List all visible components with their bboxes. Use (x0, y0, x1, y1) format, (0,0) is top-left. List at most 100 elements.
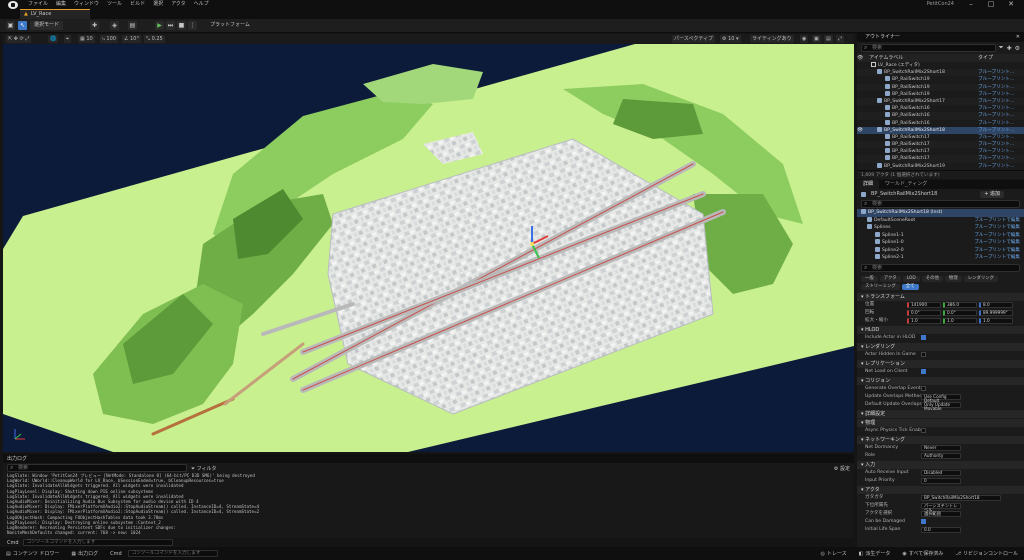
col-type[interactable]: タイプ (978, 54, 1024, 62)
transform-label[interactable]: 拡大・縮小 (865, 317, 907, 325)
cmd-selector[interactable]: Cmd (104, 551, 128, 557)
outliner-search-input[interactable]: 検索 (861, 44, 996, 52)
rotate-snap[interactable]: ∠ 10° (122, 35, 141, 43)
visibility-icon[interactable] (857, 62, 865, 69)
section-header[interactable]: ▾ レンダリング (857, 342, 1024, 351)
play-options-icon[interactable]: ⋮ (188, 21, 197, 30)
components-search-input[interactable]: 検索 (861, 200, 1020, 208)
visibility-icon[interactable] (857, 69, 865, 76)
component-row[interactable]: BP_SwitchRailMix2Short18 (Inst) (857, 209, 1024, 217)
maximize-viewport-icon[interactable]: ⤢ (836, 35, 845, 43)
category-filter[interactable]: LOD (902, 275, 920, 282)
camera-speed[interactable]: ⤷ 100 (100, 35, 118, 43)
section-header[interactable]: ▾ コリジョン (857, 376, 1024, 385)
outliner-row[interactable]: 👁 BP_SwitchRailMix2Short18 ブループリント... (857, 126, 1024, 134)
visibility-icon[interactable] (857, 112, 865, 119)
show-dropdown[interactable]: ◉ (800, 35, 809, 43)
visibility-icon[interactable] (857, 148, 865, 155)
category-filter[interactable]: 一般 (861, 275, 878, 282)
derived-data-button[interactable]: ◧ 派生データ (853, 550, 897, 558)
trace-button[interactable]: ◎ トレース (815, 550, 853, 558)
component-row[interactable]: Spline1-0 ブループリントで編集 (857, 239, 1024, 247)
transform-x-field[interactable]: 1.0 (907, 317, 941, 324)
output-log-button[interactable]: ▦ 出力ログ (65, 550, 104, 558)
property-checkbox[interactable] (921, 519, 926, 524)
visibility-icon[interactable] (857, 134, 865, 141)
visibility-icon[interactable] (857, 163, 865, 170)
property-dropdown[interactable]: 選択範囲 (921, 510, 961, 517)
edit-in-blueprint-link[interactable]: ブループリントで編集 (974, 217, 1024, 225)
property-field[interactable]: 0 (921, 477, 961, 484)
outliner-row[interactable]: BP_RailSwitch16 ブループリント... (857, 105, 1024, 112)
visibility-icon[interactable] (857, 155, 865, 162)
property-checkbox[interactable] (921, 352, 926, 357)
menu-file[interactable]: ファイル (24, 0, 52, 9)
section-header[interactable]: ▾ レプリケーション (857, 359, 1024, 368)
edit-in-blueprint-link[interactable]: ブループリントで編集 (974, 254, 1024, 262)
create-icon[interactable]: ✚ (90, 21, 99, 30)
log-search-input[interactable]: 検索 (7, 464, 187, 472)
transform-tools[interactable]: ⇱ ✥ ⟳ ⤢ (6, 35, 32, 43)
edit-in-blueprint-link[interactable]: ブループリントで編集 (974, 224, 1024, 232)
component-row[interactable]: Spline2-1 ブループリントで編集 (857, 254, 1024, 262)
maximize-icon[interactable]: □ (982, 0, 1000, 9)
visibility-icon[interactable] (857, 105, 865, 112)
section-transform[interactable]: ▾ トランスフォーム (857, 292, 1024, 301)
outliner-row[interactable]: BP_RailSwitch19 ブループリント... (857, 83, 1024, 91)
outliner-row[interactable]: BP_RailSwitch17 ブループリント... (857, 148, 1024, 155)
outliner-row[interactable]: BP_SwitchRailMix2Short17 ブループリント... (857, 97, 1024, 106)
section-header[interactable]: ▾ アクタ (857, 485, 1024, 494)
menu-help[interactable]: ヘルプ (190, 0, 213, 9)
property-dropdown[interactable]: Authority (921, 452, 961, 459)
property-dropdown[interactable]: Never (921, 444, 961, 451)
outliner-row[interactable]: BP_RailSwitch17 ブループリント... (857, 155, 1024, 163)
edit-in-blueprint-link[interactable]: ブループリントで編集 (974, 232, 1024, 240)
select-mode-icon[interactable]: ↖ (18, 21, 27, 30)
transform-label[interactable]: 回転 (865, 309, 907, 317)
outliner-row[interactable]: BP_RailSwitch19 ブループリント... (857, 76, 1024, 83)
coord-space-icon[interactable]: 🌐 (48, 35, 59, 43)
minimize-icon[interactable]: – (962, 0, 980, 9)
property-field[interactable]: BP_SwitchRailMix2Short18 (921, 494, 1001, 501)
show-flags-icon[interactable]: ⚙ 10 ▾ (720, 35, 741, 43)
outliner-row[interactable]: BP_RailSwitch19 ブループリント... (857, 90, 1024, 98)
outliner-row[interactable]: BP_RailSwitch17 ブループリント... (857, 141, 1024, 149)
transform-z-field[interactable]: 8.0 (979, 301, 1013, 308)
content-drawer-button[interactable]: ▤ コンテンツ ドロワー (0, 550, 65, 558)
property-dropdown[interactable]: Use Config Default (921, 393, 961, 402)
component-row[interactable]: Spline1-1 ブループリントで編集 (857, 231, 1024, 240)
grid-snap[interactable]: ▦ 10 (78, 35, 95, 43)
category-filter[interactable]: アクタ (879, 275, 901, 282)
menu-window[interactable]: ウィンドウ (70, 0, 103, 9)
edit-in-blueprint-link[interactable]: ブループリントで編集 (974, 247, 1024, 255)
menu-edit[interactable]: 編集 (52, 0, 70, 9)
transform-x-field[interactable]: 0.0° (907, 309, 941, 316)
outliner-settings-icon[interactable]: ⚙ (1015, 45, 1020, 52)
details-search-input[interactable]: 検索 (861, 263, 1020, 272)
visibility-icon[interactable] (857, 120, 865, 127)
cinematics-icon[interactable]: ▤ (128, 21, 137, 30)
outliner-row[interactable]: BP_SwitchRailMix2Short19 ブループリント... (857, 162, 1024, 170)
section-header[interactable]: ▾ 物理 (857, 418, 1024, 427)
log-settings-button[interactable]: ⚙ 設定 (834, 465, 850, 472)
close-outliner-icon[interactable]: ✕ (1016, 33, 1020, 42)
visibility-icon[interactable]: 👁 (857, 127, 865, 134)
menu-build[interactable]: ビルド (126, 0, 149, 9)
section-header[interactable]: ▾ 入力 (857, 460, 1024, 469)
outliner-row[interactable]: BP_RailSwitch16 ブループリント... (857, 119, 1024, 127)
source-control-button[interactable]: ⎇ リビジョンコントロール (949, 550, 1024, 558)
transform-label[interactable]: 位置 (865, 301, 907, 309)
visibility-icon[interactable] (857, 141, 865, 148)
unreal-logo-icon[interactable] (8, 0, 18, 9)
level-tab[interactable]: ▲ LV_Race (20, 9, 90, 19)
save-icon[interactable]: ▣ (6, 21, 15, 30)
tab-world-settings[interactable]: ワールド_ティング (879, 180, 933, 189)
property-checkbox[interactable] (921, 386, 926, 391)
property-field[interactable]: パーシステントレベル (921, 502, 961, 511)
category-filter[interactable]: その他 (921, 275, 943, 282)
add-component-button[interactable]: + 追加 (980, 190, 1004, 198)
transform-y-field[interactable]: 386.0 (943, 301, 977, 308)
category-filter[interactable]: 物理 (944, 275, 962, 282)
category-filter[interactable]: 全て (901, 283, 919, 290)
col-label[interactable]: アイテムラベル (865, 54, 978, 62)
